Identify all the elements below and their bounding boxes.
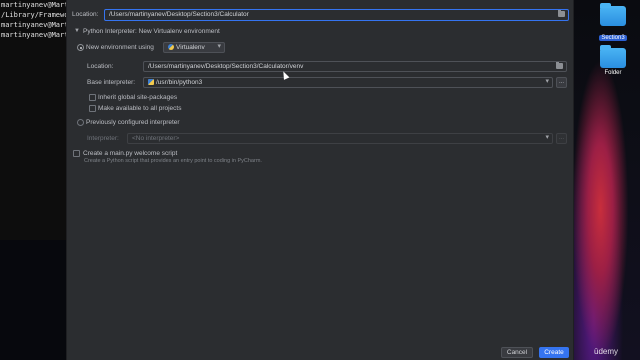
welcome-script-help: Create a Python script that provides an … <box>84 158 262 164</box>
base-interpreter-browse-button[interactable]: ... <box>556 77 567 88</box>
chevron-down-icon: ▾ <box>545 134 549 141</box>
environment-tool-dropdown[interactable]: Virtualenv ▾ <box>163 42 225 53</box>
inherit-packages-checkbox[interactable] <box>89 94 96 101</box>
interpreter-section-title[interactable]: Python Interpreter: New Virtualenv envir… <box>83 28 220 35</box>
interpreter-placeholder: <No interpreter> <box>132 135 180 142</box>
venv-location-value: /Users/martinyanev/Desktop/Section3/Calc… <box>148 63 304 70</box>
virtualenv-icon <box>168 44 174 50</box>
desktop-folder-section3[interactable]: Section3 <box>590 3 636 44</box>
desktop-folder-label: Folder <box>604 70 622 76</box>
desktop-folder-label: Section3 <box>599 35 627 41</box>
desktop-background <box>0 240 66 360</box>
create-button[interactable]: Create <box>539 347 569 358</box>
welcome-script-checkbox[interactable] <box>73 150 80 157</box>
terminal-line: martinyanev@Marti <box>1 1 66 9</box>
terminal-window: martinyanev@Marti /Library/Framewo marti… <box>0 0 66 240</box>
make-available-checkbox[interactable] <box>89 105 96 112</box>
welcome-script-label[interactable]: Create a main.py welcome script <box>83 150 177 157</box>
folder-icon <box>600 45 626 68</box>
desktop-folder-folder[interactable]: Folder <box>590 45 636 76</box>
chevron-down-icon: ▾ <box>217 43 221 50</box>
terminal-line: /Library/Framewo <box>1 11 66 19</box>
udemy-watermark: ūdemy <box>594 347 619 356</box>
folder-browse-icon[interactable] <box>556 62 563 69</box>
make-available-label[interactable]: Make available to all projects <box>98 105 181 112</box>
base-interpreter-label: Base interpreter: <box>87 79 136 86</box>
project-location-value: /Users/martinyanev/Desktop/Section3/Calc… <box>109 11 249 18</box>
folder-icon <box>600 3 626 26</box>
new-project-dialog: Location: /Users/martinyanev/Desktop/Sec… <box>66 0 574 360</box>
environment-tool-value: Virtualenv <box>176 44 205 51</box>
inherit-packages-label[interactable]: Inherit global site-packages <box>98 94 177 101</box>
terminal-line: martinyanev@Marti <box>1 31 66 39</box>
chevron-down-icon: ▾ <box>545 78 549 85</box>
previous-interpreter-radio[interactable] <box>77 119 84 126</box>
interpreter-label: Interpreter: <box>87 135 119 142</box>
python-icon <box>148 79 154 85</box>
collapse-arrow-icon[interactable]: ▼ <box>74 28 80 34</box>
venv-location-label: Location: <box>87 63 114 70</box>
venv-location-field[interactable]: /Users/martinyanev/Desktop/Section3/Calc… <box>143 61 567 72</box>
project-location-field[interactable]: /Users/martinyanev/Desktop/Section3/Calc… <box>104 9 569 21</box>
base-interpreter-dropdown[interactable]: /usr/bin/python3 ▾ <box>143 77 553 88</box>
base-interpreter-value: /usr/bin/python3 <box>156 79 203 86</box>
new-environment-radio[interactable] <box>77 44 84 51</box>
terminal-line: martinyanev@Marti <box>1 21 66 29</box>
interpreter-browse-button[interactable]: ... <box>556 133 567 144</box>
interpreter-dropdown[interactable]: <No interpreter> ▾ <box>127 133 553 144</box>
previous-interpreter-label[interactable]: Previously configured interpreter <box>86 119 180 126</box>
cancel-button[interactable]: Cancel <box>501 347 533 358</box>
location-label: Location: <box>72 11 99 18</box>
new-environment-label[interactable]: New environment using <box>86 44 154 51</box>
folder-browse-icon[interactable] <box>558 10 565 17</box>
